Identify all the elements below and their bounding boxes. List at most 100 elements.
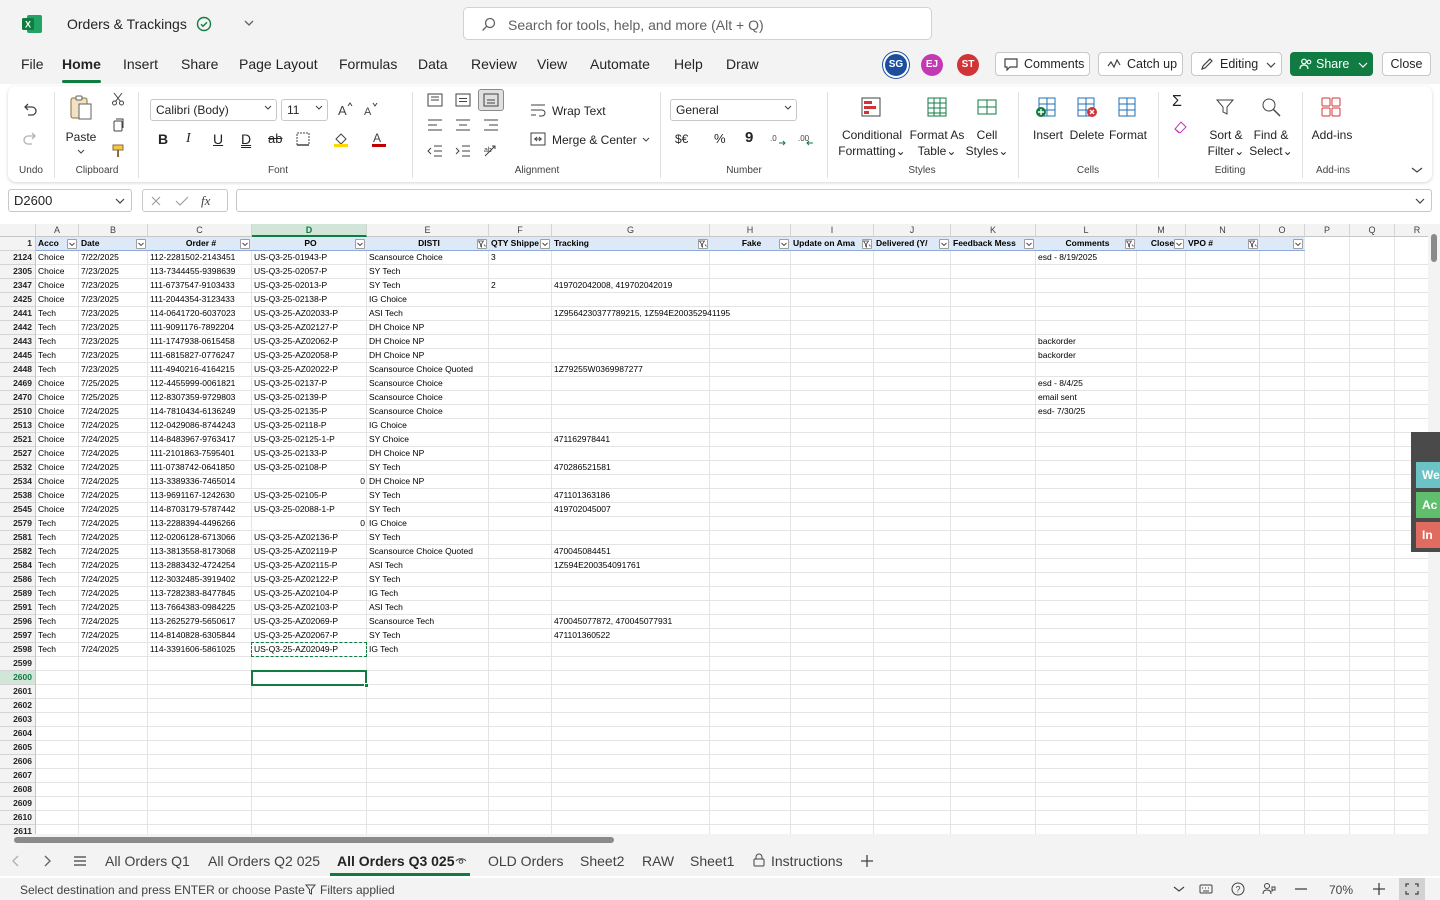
cell-d[interactable]: US-Q3-25-AZ02033-P: [252, 307, 338, 321]
cell-b[interactable]: 7/24/2025: [79, 433, 119, 447]
cell-g[interactable]: 471162978441: [552, 433, 610, 447]
sort-filter-icon[interactable]: [1214, 96, 1236, 118]
row-header[interactable]: 2513: [0, 419, 36, 433]
align-right-icon[interactable]: [483, 119, 499, 131]
cell-d[interactable]: US-Q3-25-AZ02127-P: [252, 321, 338, 335]
cell-b[interactable]: 7/22/2025: [79, 251, 119, 265]
cell-c[interactable]: 111-1747938-0615458: [148, 335, 235, 349]
cell-b[interactable]: 7/24/2025: [79, 405, 119, 419]
filter-dropdown-m[interactable]: [1174, 239, 1184, 249]
cell-d[interactable]: US-Q3-25-02139-P: [252, 391, 327, 405]
sheet-tab-sheet2[interactable]: Sheet2: [580, 853, 624, 869]
cell-b[interactable]: 7/23/2025: [79, 349, 119, 363]
column-header-q[interactable]: Q: [1350, 224, 1395, 237]
cell-b[interactable]: 7/24/2025: [79, 559, 119, 573]
row-header[interactable]: 2604: [0, 727, 36, 741]
filter-dropdown-l[interactable]: [1125, 239, 1135, 249]
cell-a[interactable]: Tech: [36, 559, 56, 573]
sheet-tab-sheet1[interactable]: Sheet1: [690, 853, 734, 869]
cell-c[interactable]: 111-2044354-3123433: [148, 293, 235, 307]
cell-b[interactable]: 7/24/2025: [79, 447, 119, 461]
row-header[interactable]: 2442: [0, 321, 36, 335]
side-tab-in[interactable]: In: [1416, 522, 1440, 548]
cell-e[interactable]: ASI Tech: [367, 601, 403, 615]
cell-c[interactable]: 113-7282383-8477845: [148, 587, 235, 601]
row-header[interactable]: 2470: [0, 391, 36, 405]
cell-d[interactable]: US-Q3-25-AZ02022-P: [252, 363, 338, 377]
help-icon[interactable]: ?: [1231, 882, 1245, 896]
row-header[interactable]: 2527: [0, 447, 36, 461]
cell-b[interactable]: 7/23/2025: [79, 265, 119, 279]
column-header-o[interactable]: O: [1260, 224, 1305, 237]
cell-a[interactable]: Tech: [36, 517, 56, 531]
tab-file[interactable]: File: [21, 56, 44, 72]
cell-d[interactable]: US-Q3-25-02105-P: [252, 489, 327, 503]
cell-a[interactable]: Tech: [36, 321, 56, 335]
side-tab-ac[interactable]: Ac: [1416, 492, 1440, 518]
tab-data[interactable]: Data: [418, 56, 448, 72]
zoom-in-icon[interactable]: [1373, 883, 1385, 895]
cell-a[interactable]: Tech: [36, 573, 56, 587]
cell-d[interactable]: US-Q3-25-02118-P: [252, 419, 327, 433]
tab-help[interactable]: Help: [674, 56, 703, 72]
cell-c[interactable]: 111-2101863-7595401: [148, 447, 235, 461]
cell-a[interactable]: Choice: [36, 461, 64, 475]
column-header-b[interactable]: B: [79, 224, 148, 237]
cell-c[interactable]: 111-6815827-0776247: [148, 349, 235, 363]
cell-f[interactable]: 3: [489, 251, 496, 265]
cell-a[interactable]: Tech: [36, 587, 56, 601]
cell-a[interactable]: Tech: [36, 643, 56, 657]
cell-e[interactable]: IG Choice: [367, 419, 407, 433]
cell-l[interactable]: backorder: [1036, 335, 1076, 349]
format-as-table-icon[interactable]: [926, 96, 948, 118]
conditional-formatting-button[interactable]: Conditional Formatting⌄: [838, 127, 906, 159]
cell-b[interactable]: 7/24/2025: [79, 489, 119, 503]
cell-e[interactable]: DH Choice NP: [367, 335, 424, 349]
sheet-tab-q3[interactable]: All Orders Q3 025: [337, 853, 455, 869]
top-align-icon[interactable]: [427, 93, 443, 107]
clear-icon[interactable]: [1172, 120, 1188, 134]
row-header[interactable]: 2441: [0, 307, 36, 321]
cell-e[interactable]: DH Choice NP: [367, 475, 424, 489]
find-select-button[interactable]: Find & Select⌄: [1248, 127, 1294, 159]
sheet-tab-instructions[interactable]: Instructions: [771, 853, 843, 869]
cell-e[interactable]: SY Tech: [367, 531, 400, 545]
cell-e[interactable]: IG Choice: [367, 293, 407, 307]
row-header[interactable]: 2534: [0, 475, 36, 489]
middle-align-icon[interactable]: [455, 93, 471, 107]
row-header[interactable]: 2599: [0, 657, 36, 671]
cell-b[interactable]: 7/24/2025: [79, 643, 119, 657]
cell-g[interactable]: 471101360522: [552, 629, 610, 643]
row-header[interactable]: 2611: [0, 825, 36, 834]
cell-f[interactable]: 2: [489, 279, 496, 293]
cell-e[interactable]: SY Tech: [367, 573, 400, 587]
delete-cells-button[interactable]: Delete: [1067, 127, 1107, 143]
avatar-ej[interactable]: EJ: [921, 54, 943, 76]
wrap-text-button[interactable]: Wrap Text: [552, 103, 606, 119]
decrease-indent-icon[interactable]: [427, 145, 443, 157]
increase-decimal-icon[interactable]: .0: [770, 132, 786, 146]
row-header[interactable]: 2600: [0, 671, 36, 685]
cell-b[interactable]: 7/24/2025: [79, 573, 119, 587]
cell-b[interactable]: 7/23/2025: [79, 321, 119, 335]
decrease-decimal-icon[interactable]: .00: [798, 132, 814, 146]
filter-dropdown-e[interactable]: [477, 239, 487, 249]
cell-c[interactable]: 113-2883432-4724254: [148, 559, 235, 573]
row-header[interactable]: 2603: [0, 713, 36, 727]
cell-d[interactable]: 0: [252, 475, 365, 489]
add-sheet-icon[interactable]: [860, 854, 874, 868]
cell-d[interactable]: 0: [252, 517, 365, 531]
font-size-select[interactable]: 11: [281, 99, 328, 121]
cell-a[interactable]: Choice: [36, 419, 64, 433]
cell-c[interactable]: 113-7344455-9398639: [148, 265, 235, 279]
cell-b[interactable]: 7/24/2025: [79, 545, 119, 559]
chevron-down-icon[interactable]: [77, 149, 85, 155]
cell-c[interactable]: 113-3813558-8173068: [148, 545, 235, 559]
cell-e[interactable]: ASI Tech: [367, 559, 403, 573]
filter-dropdown-o[interactable]: [1293, 239, 1303, 249]
double-underline-icon[interactable]: D: [241, 131, 251, 147]
zoom-out-icon[interactable]: [1295, 888, 1307, 890]
header-cell-c[interactable]: Order #: [148, 237, 252, 251]
cell-e[interactable]: DH Choice NP: [367, 349, 424, 363]
currency-icon[interactable]: $€: [675, 132, 688, 146]
